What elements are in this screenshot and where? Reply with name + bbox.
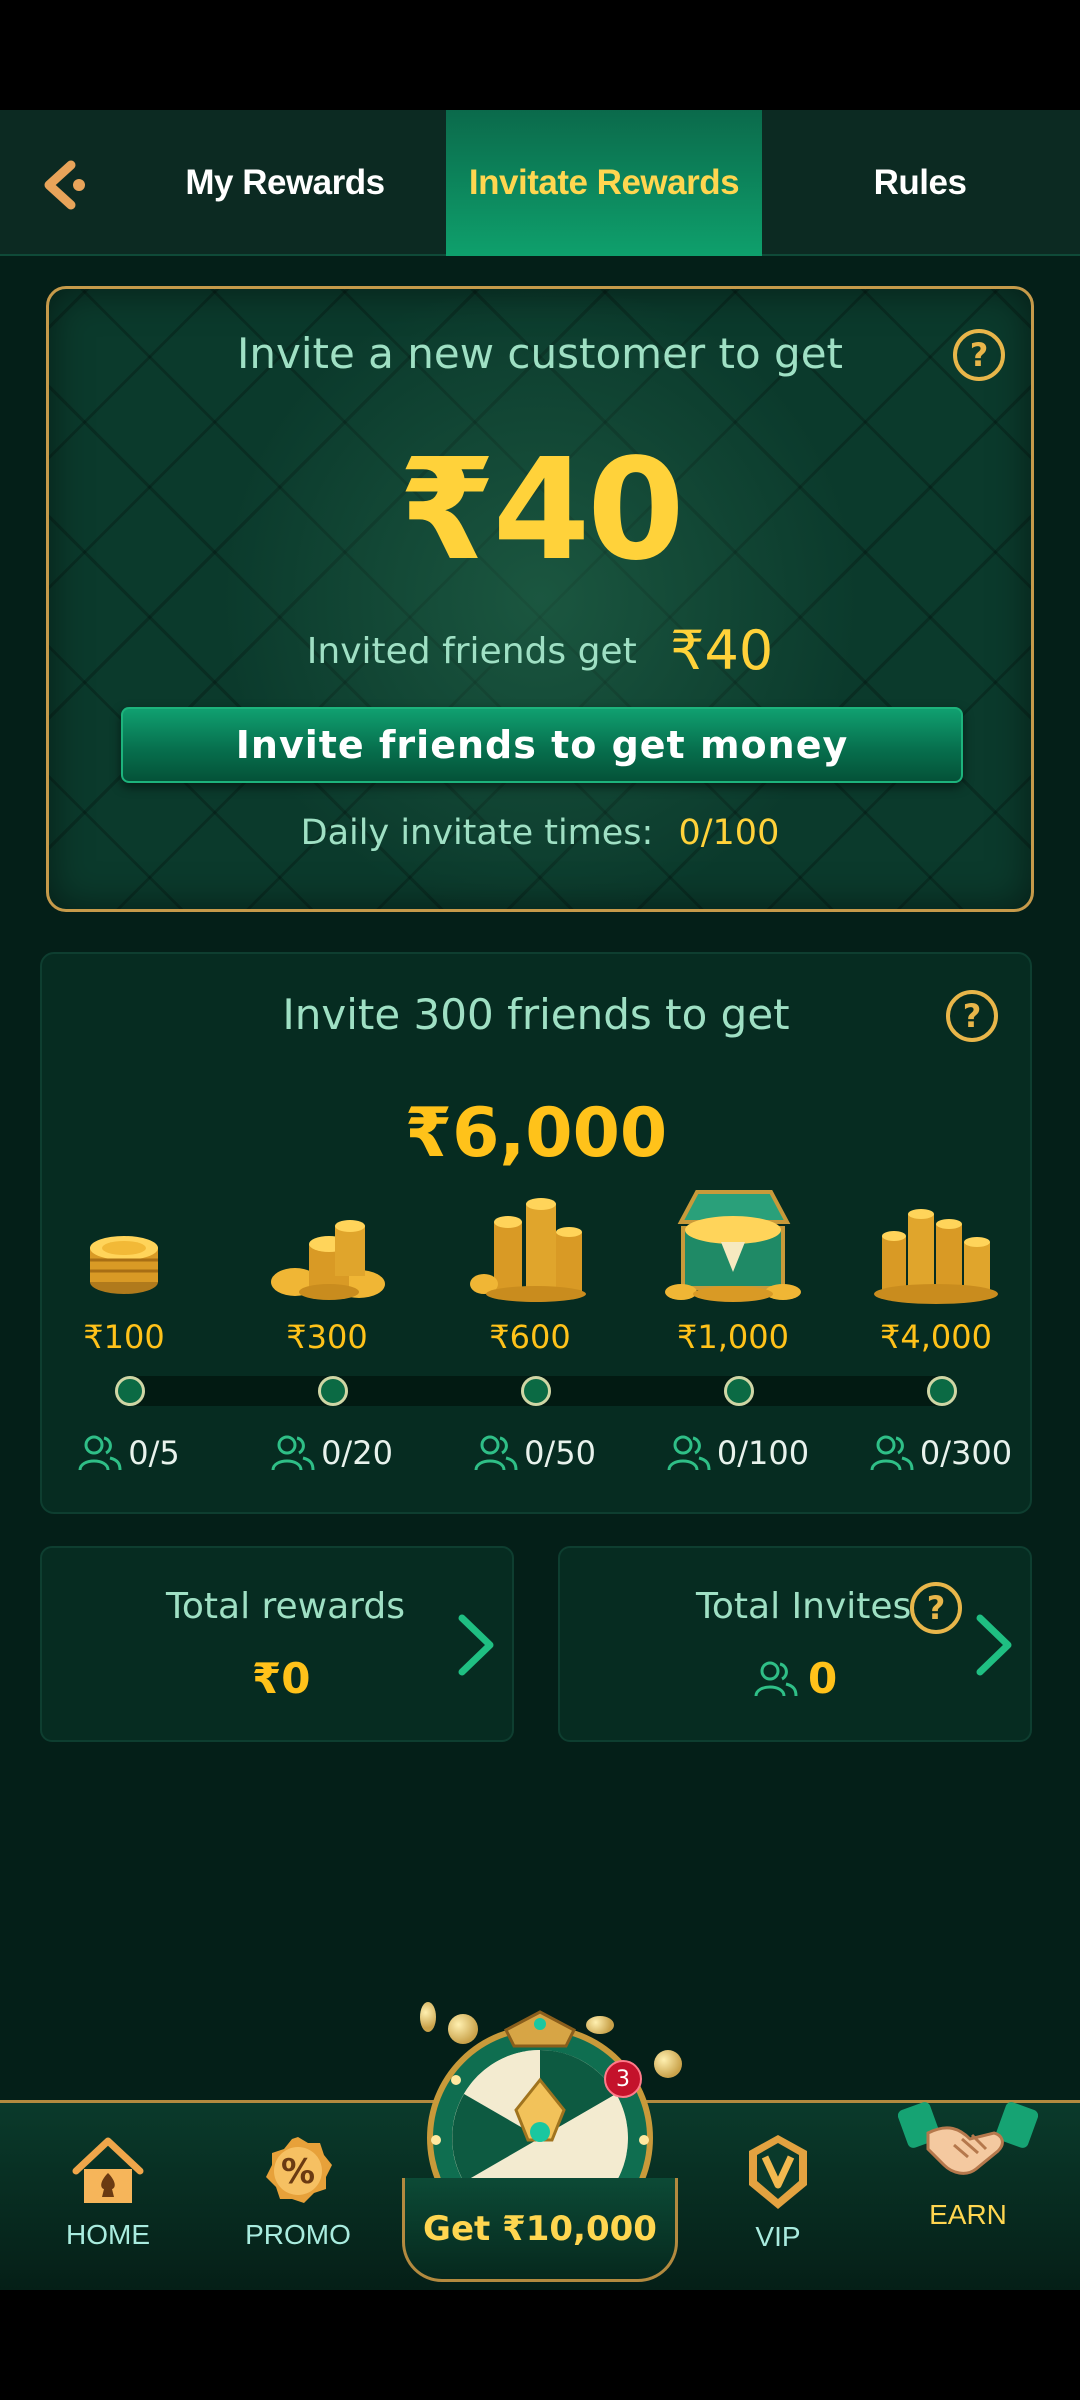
daily-invite-label: Daily invitate times: [300,813,654,853]
get-bonus-button[interactable]: Get ₹10,000 [402,2178,678,2282]
milestone-dot [521,1376,551,1406]
help-icon[interactable]: ? [953,329,1005,381]
milestone-dot [724,1376,754,1406]
tier-progress: 0/50 [440,1434,630,1472]
prize-wheel-icon [427,2010,653,2251]
invite-reward-amount: ₹40 [398,429,684,592]
nav-vip[interactable]: VIP [698,2133,858,2253]
tier-progress: 0/100 [643,1434,833,1472]
home-icon [72,2137,144,2203]
nav-promo-label: PROMO [245,2219,351,2250]
tier-progress: 0/20 [237,1434,427,1472]
total-rewards-card[interactable]: Total rewards ₹0 [40,1546,514,1742]
users-icon [754,1661,798,1696]
nav-earn[interactable]: EARN [888,2102,1048,2231]
coin-mountain-icon [874,1209,998,1304]
tier-reward: ₹300 [286,1318,368,1356]
users-icon [474,1435,518,1471]
users-icon [870,1435,914,1471]
back-button[interactable] [30,150,100,220]
tier-progress-value: 0/50 [524,1434,596,1472]
friends-get-label: Invited friends get [306,631,637,672]
milestone-card: Invite 300 friends to get ? ₹6,000 ₹100 [40,952,1032,1514]
milestone-dot [115,1376,145,1406]
system-navigation-bar [0,2290,1080,2400]
tier-progress: 0/5 [34,1434,224,1472]
tier-progress-value: 0/100 [716,1434,810,1472]
users-icon [667,1435,711,1471]
tier-progress-value: 0/20 [321,1434,393,1472]
daily-invite-row: Daily invitate times: 0/100 [49,813,1031,853]
handshake-icon [897,2102,1039,2175]
nav-earn-label: EARN [929,2199,1007,2230]
milestone-amount: ₹6,000 [404,1094,668,1173]
milestone-dot [318,1376,348,1406]
tier-reward: ₹100 [83,1318,165,1356]
tab-my-rewards[interactable]: My Rewards [140,110,430,256]
users-icon [271,1435,315,1471]
total-invites-card[interactable]: Total Invites ? 0 [558,1546,1032,1742]
tab-bar: My Rewards Invitate Rewards Rules [0,110,1080,256]
vip-badge-icon [749,2135,807,2209]
treasure-chest-icon [665,1190,801,1302]
svg-text:%: % [281,2152,315,2192]
tier-reward: ₹4,000 [880,1318,992,1356]
tier-progress: 0/300 [846,1434,1036,1472]
milestone-dot [927,1376,957,1406]
invite-card-title: Invite a new customer to get [236,329,844,378]
tab-invite-rewards[interactable]: Invitate Rewards [446,110,762,256]
invite-friends-button[interactable]: Invite friends to get money [121,707,963,783]
friends-get-row: Invited friends get ₹40 [49,619,1031,682]
promo-percent-icon: % [266,2137,332,2203]
nav-vip-label: VIP [755,2221,801,2252]
users-icon [78,1435,122,1471]
status-bar [0,0,1080,110]
invite-rewards-screen: My Rewards Invitate Rewards Rules Invite… [0,110,1080,2290]
help-icon[interactable]: ? [946,990,998,1042]
total-invites-value: 0 [808,1654,838,1703]
tier-reward: ₹600 [489,1318,571,1356]
tab-rules[interactable]: Rules [780,110,1060,256]
tier-progress-value: 0/5 [128,1434,180,1472]
wheel-count-badge: 3 [604,2060,642,2098]
total-invites-row: 0 [754,1654,837,1703]
daily-invite-value: 0/100 [678,813,780,853]
tier-progress-value: 0/300 [919,1434,1013,1472]
total-invites-label: Total Invites [696,1586,912,1627]
back-arrow-icon [44,160,85,210]
coin-stack-small-icon [90,1236,158,1294]
tier-reward: ₹1,000 [677,1318,789,1356]
milestone-title: Invite 300 friends to get [282,990,790,1039]
friends-get-amount: ₹40 [670,619,774,682]
help-icon[interactable]: ? [910,1582,962,1634]
chevron-right-icon[interactable] [972,1610,1016,1680]
nav-promo[interactable]: % PROMO [218,2133,378,2251]
coin-pile-icon [271,1220,385,1300]
nav-home-label: HOME [66,2219,150,2250]
total-rewards-value: ₹0 [252,1654,311,1703]
total-rewards-label: Total rewards [166,1586,405,1627]
coin-towers-icon [470,1198,586,1302]
nav-home[interactable]: HOME [28,2133,188,2251]
invite-reward-card: Invite a new customer to get ? ₹40 Invit… [46,286,1034,912]
chevron-right-icon[interactable] [454,1610,498,1680]
